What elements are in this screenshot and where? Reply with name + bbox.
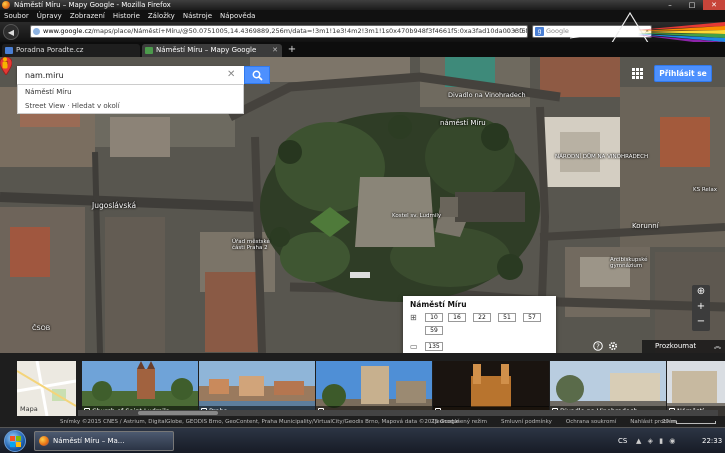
clear-search-icon[interactable]: ✕ [227, 69, 235, 80]
pegman-street-view-icon[interactable] [0, 57, 10, 69]
bus-icon: ▭ [410, 342, 418, 351]
back-button[interactable]: ◀ [3, 24, 19, 40]
taskbar-item-label: Náměstí Míru – Ma... [53, 437, 125, 445]
explore-toggle[interactable]: Prozkoumat ︽ [642, 340, 725, 353]
map-footer: Snímky ©2015 CNES / Astrium, DigitalGlob… [0, 417, 725, 427]
svg-text:?: ? [596, 343, 600, 351]
url-actions[interactable]: ☆ ▾ C [505, 26, 524, 37]
tab-poradna[interactable]: Poradna Poradte.cz [2, 44, 140, 57]
sign-in-button[interactable]: Přihlásit se [654, 65, 712, 82]
tram-line-badge[interactable]: 51 [498, 313, 516, 322]
maps-favicon-icon [145, 47, 153, 54]
minimap-toggle[interactable]: Mapa [17, 361, 76, 416]
map-search-input[interactable] [17, 66, 227, 84]
bus-line-badge[interactable]: 135 [425, 342, 443, 351]
photo-thumb[interactable]: Praha [199, 361, 315, 416]
system-tray: CS ▲ ◈ ▮ ◉ 22:33 [614, 432, 725, 450]
map-label-ks-relax[interactable]: KS Relax [693, 187, 717, 193]
transit-stop-title: Náměstí Míru [410, 300, 467, 309]
new-tab-button[interactable]: + [285, 44, 299, 57]
tram-line-badge[interactable]: 57 [523, 313, 541, 322]
search-suggestions: Náměstí Míru Street View · Hledat v okol… [17, 84, 244, 114]
tab-close-icon[interactable]: ✕ [272, 44, 278, 57]
zoom-in-button[interactable]: + [692, 300, 710, 315]
map-label-jugoslavska: Jugoslávská [92, 201, 137, 210]
settings-gear-icon[interactable] [608, 341, 618, 351]
photo-thumb[interactable]: Church of Saint Ludmila [82, 361, 198, 416]
windows-taskbar: Náměstí Míru – Ma... CS ▲ ◈ ▮ ◉ 22:33 [0, 427, 725, 453]
suggestion-item[interactable]: Náměstí Míru [18, 85, 243, 99]
map-label-divadlo[interactable]: Divadlo na Vinohradech [448, 91, 526, 99]
search-bar-placeholder: Google [546, 27, 569, 35]
map-label-narodni-dum[interactable]: NÁRODNÍ DŮM NA VINOHRADECH [555, 154, 648, 160]
photo-thumb[interactable]: Divadlo na Vinohradech [550, 361, 666, 416]
site-identity-icon[interactable] [33, 28, 40, 35]
tab-label: Náměstí Míru – Mapy Google [156, 46, 257, 54]
url-host: www.google.cz [43, 27, 92, 35]
location-target-icon[interactable]: ⊕ [692, 285, 710, 300]
tram-line-badge[interactable]: 22 [473, 313, 491, 322]
photo-thumb[interactable] [433, 361, 549, 416]
help-icon[interactable]: ? [593, 341, 603, 351]
firefox-icon [39, 436, 49, 446]
lite-mode-link[interactable]: Zjednodušený režim [431, 417, 487, 427]
chevron-up-icon: ︽ [714, 342, 721, 350]
google-engine-icon[interactable]: g [535, 27, 544, 36]
taskbar-firefox-item[interactable]: Náměstí Míru – Ma... [34, 431, 174, 451]
window-title: Náměstí Míru – Mapy Google - Mozilla Fir… [14, 1, 171, 9]
photo-thumb[interactable] [316, 361, 432, 416]
tab-favicon-icon [5, 47, 13, 54]
photo-strip: Mapa Church of Saint Ludmila Praha Divad… [0, 353, 725, 417]
menu-file[interactable]: Soubor [4, 10, 29, 22]
menu-history[interactable]: Historie [113, 10, 140, 22]
tram-line-badge[interactable]: 59 [425, 326, 443, 335]
menu-help[interactable]: Nápověda [220, 10, 255, 22]
start-button[interactable] [4, 430, 26, 452]
photo-thumb[interactable]: Náměstí [667, 361, 725, 416]
language-indicator[interactable]: CS [618, 432, 627, 450]
firefox-window: Náměstí Míru – Mapy Google - Mozilla Fir… [0, 0, 725, 453]
copyright-text: Snímky ©2015 CNES / Astrium, DigitalGlob… [60, 419, 460, 425]
menu-view[interactable]: Zobrazení [70, 10, 105, 22]
tab-label: Poradna Poradte.cz [16, 46, 84, 54]
map-label-gymnazium[interactable]: Arcibiskupské gymnázium [610, 257, 665, 269]
menu-edit[interactable]: Úpravy [37, 10, 62, 22]
photo-strip-scrollbar[interactable] [78, 410, 718, 416]
map-label-csob[interactable]: ČSOB [32, 324, 50, 332]
tray-icons[interactable]: ▲ ◈ ▮ ◉ [636, 432, 677, 450]
map-label-korunni: Korunní [632, 222, 659, 230]
map-search-button[interactable] [244, 66, 270, 84]
explore-label: Prozkoumat [655, 342, 697, 350]
zoom-out-button[interactable]: − [692, 315, 710, 330]
search-icon [252, 70, 263, 81]
tab-strip: Poradna Poradte.cz Náměstí Míru – Mapy G… [0, 42, 725, 57]
tram-icon: ⊞ [410, 313, 417, 322]
tab-google-maps[interactable]: Náměstí Míru – Mapy Google ✕ [142, 44, 282, 57]
zoom-controls: ⊕ + − [692, 285, 710, 331]
scrollbar-thumb[interactable] [138, 411, 218, 415]
map-scale[interactable]: 20 m [662, 417, 724, 427]
clock[interactable]: 22:33 [702, 432, 722, 450]
transit-card[interactable]: Náměstí Míru ⊞ 10 16 22 51 57 59 ▭ 135 [403, 296, 556, 353]
firefox-icon [2, 1, 10, 9]
tram-line-badge[interactable]: 10 [425, 313, 443, 322]
map-label-kostel[interactable]: Kostel sv. Ludmily [392, 213, 441, 219]
url-path: /maps/place/Náměstí+Míru/@50.0751005,14.… [91, 27, 528, 35]
street-view-action: Hledat v okolí [71, 102, 120, 110]
satellite-map[interactable]: ✕ Náměstí Míru Street View · Hledat v ok… [0, 57, 725, 353]
minimap-label: Mapa [20, 405, 38, 413]
map-search-box[interactable]: ✕ [17, 66, 244, 84]
terms-link[interactable]: Smluvní podmínky [501, 417, 552, 427]
tram-line-badge[interactable]: 16 [448, 313, 466, 322]
scale-bar [676, 421, 716, 424]
menu-tools[interactable]: Nástroje [183, 10, 212, 22]
apps-grid-icon[interactable] [632, 68, 643, 79]
url-bar[interactable]: www.google.cz/maps/place/Náměstí+Míru/@5… [30, 25, 528, 38]
menu-bookmarks[interactable]: Záložky [148, 10, 175, 22]
street-view-suggestion[interactable]: Street View · Hledat v okolí [18, 99, 243, 113]
map-label-namesti-miru: náměstí Míru [440, 119, 486, 127]
privacy-link[interactable]: Ochrana soukromí [566, 417, 616, 427]
map-label-urad[interactable]: Úřad městské části Praha 2 [232, 239, 282, 251]
street-view-label: Street View [25, 102, 66, 110]
